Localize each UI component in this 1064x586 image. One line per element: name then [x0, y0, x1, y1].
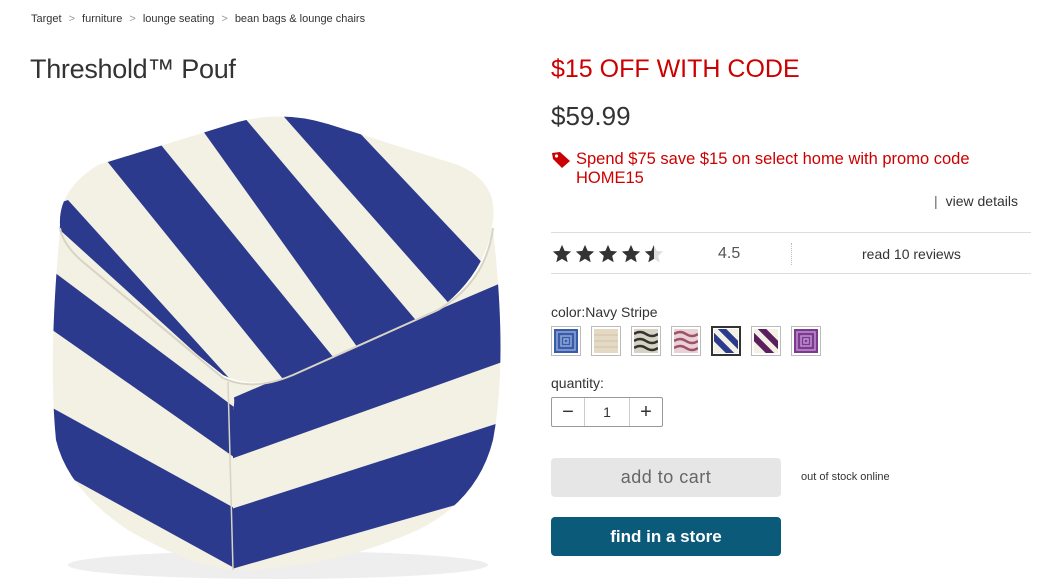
- star-rating: [551, 243, 666, 265]
- rating-value: 4.5: [718, 245, 741, 262]
- read-reviews-link[interactable]: read 10 reviews: [862, 246, 961, 262]
- add-to-cart-button[interactable]: add to cart: [551, 458, 781, 497]
- quantity-input[interactable]: 1: [584, 398, 630, 426]
- tag-icon: [552, 152, 570, 168]
- divider: [791, 243, 792, 265]
- star-full-icon: [621, 244, 641, 263]
- product-image[interactable]: [38, 110, 508, 580]
- quantity-label: quantity:: [551, 375, 604, 391]
- purple-stripe-swatch: [754, 329, 778, 353]
- promo-headline: $15 OFF WITH CODE: [551, 55, 800, 83]
- decrease-quantity-button[interactable]: −: [552, 398, 584, 426]
- page-title: Threshold™ Pouf: [30, 54, 236, 84]
- stock-status: out of stock online: [801, 471, 890, 483]
- breadcrumb: Target > furniture > lounge seating > be…: [31, 13, 365, 25]
- swatch-black-wave[interactable]: [631, 326, 661, 356]
- breadcrumb-target[interactable]: Target: [31, 13, 62, 25]
- swatch-navy-geometric[interactable]: [551, 326, 581, 356]
- price: $59.99: [551, 101, 631, 131]
- cream-swatch: [594, 329, 618, 353]
- chevron-right-icon: >: [221, 13, 228, 25]
- star-full-icon: [552, 244, 572, 263]
- star-half-icon: [644, 244, 664, 263]
- promo-offer: Spend $75 save $15 on select home with p…: [551, 150, 1031, 188]
- breadcrumb-bean-bags[interactable]: bean bags & lounge chairs: [235, 13, 365, 25]
- black-wave-swatch: [634, 329, 658, 353]
- breadcrumb-furniture[interactable]: furniture: [82, 13, 122, 25]
- star-full-icon: [575, 244, 595, 263]
- view-details-link[interactable]: | view details: [934, 193, 1018, 209]
- blue-geometric-swatch: [554, 329, 578, 353]
- find-in-store-button[interactable]: find in a store: [551, 517, 781, 556]
- swatch-purple-geometric[interactable]: [791, 326, 821, 356]
- color-label: color:Navy Stripe: [551, 304, 658, 320]
- quantity-stepper: − 1 +: [551, 397, 663, 427]
- striped-pouf-image: [52, 116, 501, 579]
- increase-quantity-button[interactable]: +: [630, 398, 662, 426]
- swatch-navy-stripe[interactable]: [711, 326, 741, 356]
- breadcrumb-lounge-seating[interactable]: lounge seating: [143, 13, 215, 25]
- swatch-purple-stripe[interactable]: [751, 326, 781, 356]
- pink-wave-swatch: [674, 329, 698, 353]
- swatch-cream[interactable]: [591, 326, 621, 356]
- star-full-icon: [598, 244, 618, 263]
- chevron-right-icon: >: [68, 13, 76, 25]
- navy-stripe-swatch: [714, 329, 738, 353]
- view-details-label[interactable]: view details: [946, 193, 1018, 209]
- promo-offer-text: Spend $75 save $15 on select home with p…: [576, 150, 970, 187]
- swatch-pink-wave[interactable]: [671, 326, 701, 356]
- purple-geometric-swatch: [794, 329, 818, 353]
- rating-row: 4.5 read 10 reviews: [551, 232, 1031, 274]
- divider: |: [933, 193, 938, 209]
- chevron-right-icon: >: [129, 13, 136, 25]
- color-swatches: [551, 326, 831, 356]
